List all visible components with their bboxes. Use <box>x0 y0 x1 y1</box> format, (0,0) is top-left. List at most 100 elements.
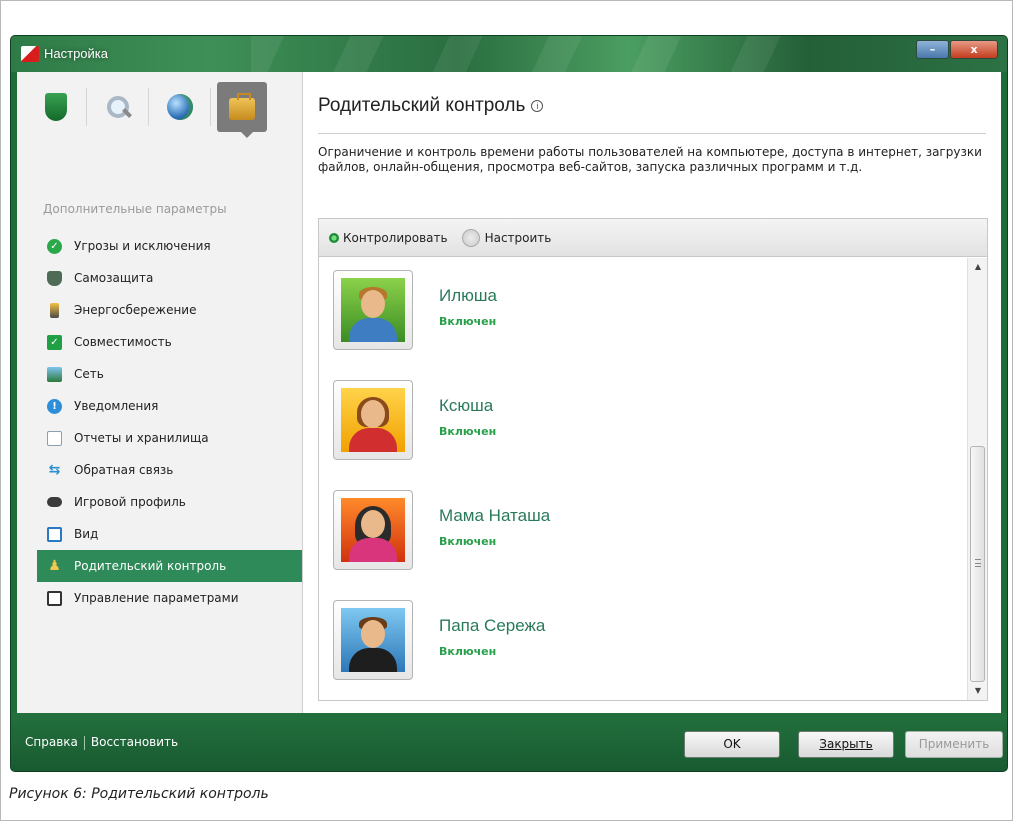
sidebar: Дополнительные параметры ✓ Угрозы и искл… <box>17 72 303 713</box>
control-status-icon <box>329 232 339 243</box>
configure-icon <box>461 228 480 247</box>
sidebar-item-label: Родительский контроль <box>74 559 227 573</box>
users-panel: Контролировать Настроить Илюша Включен К… <box>318 218 988 701</box>
man-avatar-icon <box>341 608 405 672</box>
info-icon[interactable]: i <box>531 99 544 112</box>
vertical-scrollbar[interactable]: ▲ ▼ <box>967 258 987 700</box>
tab-protection[interactable] <box>31 82 87 132</box>
close-button[interactable]: Закрыть <box>798 731 894 758</box>
globe-icon <box>167 94 193 120</box>
save-icon <box>47 590 62 606</box>
title-bar: Настройка – x <box>11 36 1007 72</box>
sidebar-item-label: Энергосбережение <box>74 303 197 317</box>
sidebar-nav: ✓ Угрозы и исключения Самозащита Энергос… <box>37 230 302 614</box>
sidebar-item-label: Угрозы и исключения <box>74 239 211 253</box>
parental-control-icon: ♟ <box>48 558 61 574</box>
footer-links: Справка Восстановить <box>25 735 178 750</box>
title-bar-decoration <box>251 36 791 72</box>
figure-frame: Настройка – x Дополнительные параметры ✓… <box>0 0 1013 821</box>
user-name[interactable]: Ксюша <box>439 396 493 416</box>
help-link[interactable]: Справка <box>25 735 78 749</box>
sidebar-item-label: Совместимость <box>74 335 172 349</box>
sidebar-item-network[interactable]: Сеть <box>37 358 302 390</box>
sidebar-item-game-profile[interactable]: Игровой профиль <box>37 486 302 518</box>
user-status: Включен <box>439 315 497 328</box>
sidebar-item-label: Уведомления <box>74 399 159 413</box>
close-window-button[interactable]: x <box>950 40 998 59</box>
user-name[interactable]: Папа Сережа <box>439 616 545 636</box>
active-tab-pointer <box>238 129 256 138</box>
sidebar-item-notifications[interactable]: ! Уведомления <box>37 390 302 422</box>
sidebar-item-label: Управление параметрами <box>74 591 239 605</box>
users-list: Илюша Включен Ксюша Включен Мама Наташа … <box>319 258 969 700</box>
user-item[interactable]: Папа Сережа Включен <box>333 594 833 704</box>
restore-link[interactable]: Восстановить <box>91 735 178 749</box>
feedback-icon: ⇆ <box>48 462 61 478</box>
sidebar-item-feedback[interactable]: ⇆ Обратная связь <box>37 454 302 486</box>
users-toolbar: Контролировать Настроить <box>319 219 987 257</box>
user-status: Включен <box>439 425 497 438</box>
tab-scan[interactable] <box>93 82 149 132</box>
category-tabs <box>31 82 293 132</box>
app-logo-icon <box>21 46 39 62</box>
page-title-text: Родительский контроль <box>318 95 526 116</box>
sidebar-item-manage-settings[interactable]: Управление параметрами <box>37 582 302 614</box>
scroll-up-button[interactable]: ▲ <box>968 258 988 276</box>
gamepad-icon <box>47 497 62 507</box>
sidebar-item-label: Отчеты и хранилища <box>74 431 209 445</box>
woman-avatar-icon <box>341 498 405 562</box>
briefcase-icon <box>229 93 255 120</box>
sidebar-item-parental-control[interactable]: ♟ Родительский контроль <box>37 550 302 582</box>
boy-avatar-icon <box>341 278 405 342</box>
window-content: Дополнительные параметры ✓ Угрозы и искл… <box>17 72 1001 713</box>
avatar <box>333 380 413 460</box>
user-item[interactable]: Ксюша Включен <box>333 374 833 484</box>
footer-divider <box>83 735 85 750</box>
user-name[interactable]: Илюша <box>439 286 497 306</box>
user-status: Включен <box>439 645 497 658</box>
tab-update[interactable] <box>155 82 211 132</box>
user-name[interactable]: Мама Наташа <box>439 506 550 526</box>
sidebar-item-label: Обратная связь <box>74 463 174 477</box>
girl-avatar-icon <box>341 388 405 452</box>
user-item[interactable]: Илюша Включен <box>333 264 833 374</box>
tab-additional[interactable] <box>217 82 267 132</box>
description: Ограничение и контроль времени работы по… <box>318 145 982 174</box>
sidebar-item-threats[interactable]: ✓ Угрозы и исключения <box>37 230 302 262</box>
sidebar-item-label: Сеть <box>74 367 104 381</box>
section-label: Дополнительные параметры <box>43 202 227 216</box>
sidebar-item-label: Вид <box>74 527 99 541</box>
sidebar-item-view[interactable]: Вид <box>37 518 302 550</box>
user-item[interactable]: Мама Наташа Включен <box>333 484 833 594</box>
avatar <box>333 490 413 570</box>
search-icon <box>105 94 131 120</box>
main-panel: Родительский контроль i Ограничение и кон… <box>304 72 1001 713</box>
shield-icon <box>47 270 62 286</box>
sidebar-item-self-defense[interactable]: Самозащита <box>37 262 302 294</box>
network-icon <box>47 366 62 382</box>
report-icon <box>47 430 62 446</box>
minimize-button[interactable]: – <box>916 40 949 59</box>
sidebar-item-reports[interactable]: Отчеты и хранилища <box>37 422 302 454</box>
configure-link[interactable]: Настроить <box>485 231 552 245</box>
close-button-label: Закрыть <box>819 737 873 751</box>
sidebar-item-compatibility[interactable]: ✓ Совместимость <box>37 326 302 358</box>
grip-icon <box>975 559 981 567</box>
sidebar-item-label: Игровой профиль <box>74 495 186 509</box>
figure-caption: Рисунок 6: Родительский контроль <box>9 786 269 802</box>
window-icon <box>47 526 62 542</box>
check-icon: ✓ <box>47 238 62 254</box>
page-title: Родительский контроль i <box>318 95 544 117</box>
window-title: Настройка <box>44 46 108 61</box>
control-link[interactable]: Контролировать <box>343 231 448 245</box>
ok-button[interactable]: OK <box>684 731 780 758</box>
user-status: Включен <box>439 535 497 548</box>
scroll-down-button[interactable]: ▼ <box>968 682 988 700</box>
sidebar-item-energy[interactable]: Энергосбережение <box>37 294 302 326</box>
divider <box>318 133 986 134</box>
scroll-thumb[interactable] <box>970 446 985 682</box>
apply-button[interactable]: Применить <box>905 731 1003 758</box>
settings-window: Настройка – x Дополнительные параметры ✓… <box>10 35 1008 772</box>
avatar <box>333 270 413 350</box>
footer-bar: Справка Восстановить OK Закрыть Применить <box>11 713 1007 771</box>
